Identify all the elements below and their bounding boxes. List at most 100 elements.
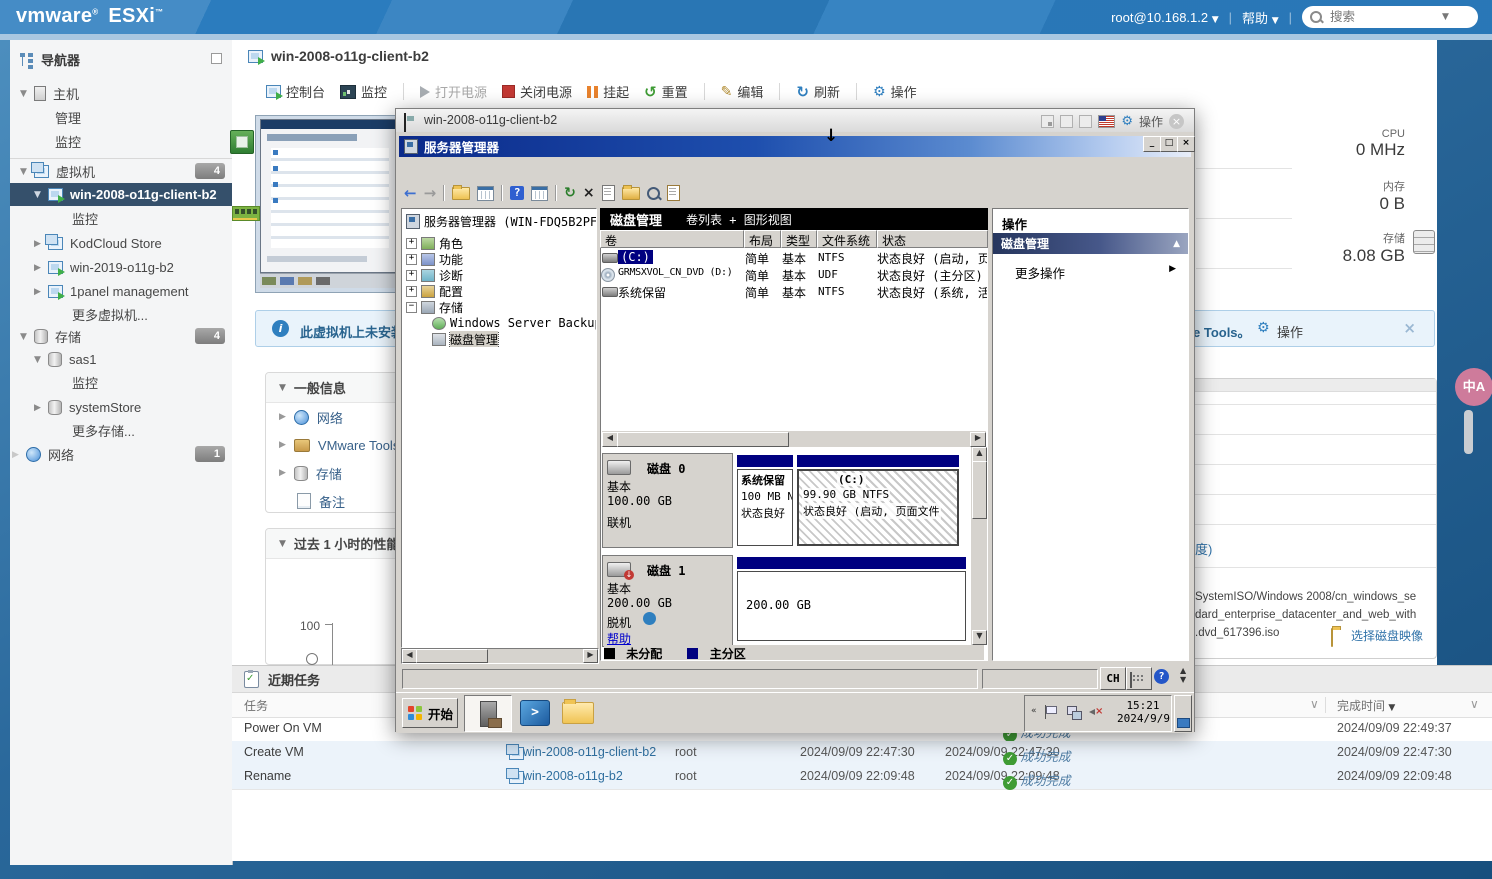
console-titlebar[interactable]: win-2008-o11g-client-b2 ⚙ 操作 × [396, 109, 1194, 133]
page-scrollbar-thumb[interactable] [1464, 410, 1473, 454]
column-layout[interactable]: 布局 [744, 230, 781, 248]
close-icon[interactable]: × [1169, 114, 1184, 129]
vm-console-thumbnail[interactable] [255, 115, 400, 293]
tree-node-diagnostics[interactable]: + 诊断 [402, 267, 596, 283]
monitor-button[interactable]: 监控 [336, 82, 391, 101]
column-volume[interactable]: 卷 [600, 230, 744, 248]
scroll-left-button[interactable]: ◀ [602, 432, 618, 447]
sidebar-item-storage-sas1[interactable]: ▼ sas1 [10, 348, 232, 371]
maximize-button[interactable]: □ [1160, 136, 1178, 152]
translate-float-button[interactable]: 中A [1455, 368, 1492, 406]
sidebar-item-vm-kodcloud[interactable]: ▶ KodCloud Store [10, 232, 232, 255]
search-icon[interactable] [646, 186, 660, 200]
reset-button[interactable]: ↺ 重置 [640, 82, 692, 101]
sidebar-item-storage-systemstore[interactable]: ▶ systemStore [10, 396, 232, 419]
show-console-tree-icon[interactable] [477, 185, 495, 201]
chevron-right-icon[interactable]: ▶ [34, 263, 48, 273]
back-icon[interactable]: ← [404, 184, 417, 202]
task-target-link[interactable]: win-2008-o11g-b2 [523, 769, 623, 783]
graph-vscrollbar[interactable]: ▲ ▼ [971, 447, 987, 645]
help-menu[interactable]: 帮助 ▼ [1242, 8, 1279, 27]
sidebar-item-vm-win2019[interactable]: ▶ win-2019-o11g-b2 [10, 256, 232, 279]
gear-icon[interactable]: ⚙ [1121, 114, 1133, 129]
chevron-down-icon[interactable]: ▼ [20, 332, 34, 342]
gear-icon[interactable]: ⚙ [1257, 320, 1270, 336]
chevron-down-icon[interactable]: ▼ [1442, 12, 1449, 22]
user-menu[interactable]: root@10.168.1.2 ▼ [1111, 10, 1219, 25]
select-disk-image-link[interactable]: 选择磁盘映像 [1351, 627, 1423, 644]
scroll-thumb[interactable] [972, 461, 987, 519]
tree-node-wsb[interactable]: Windows Server Backup [402, 315, 596, 331]
console-button[interactable]: 控制台 [262, 82, 329, 101]
tree-node-configuration[interactable]: + 配置 [402, 283, 596, 299]
expand-icon[interactable]: + [406, 269, 417, 281]
actions-group-header[interactable]: 磁盘管理 ▲ [993, 233, 1188, 254]
tree-node-roles[interactable]: + 角色 [402, 235, 596, 251]
sidebar-item-storage-monitor[interactable]: 监控 [10, 371, 232, 394]
minimize-button[interactable]: _ [1143, 136, 1161, 152]
more-actions-item[interactable]: 更多操作 [1015, 263, 1065, 282]
sidebar-item-vm-monitor[interactable]: 监控 [10, 207, 232, 230]
volume-row-system-reserved[interactable]: 系统保留 简单 基本 NTFS 状态良好 (系统, 活 [600, 283, 988, 300]
ime-toolbar-arrows[interactable]: ▲ ▼ [1180, 666, 1186, 684]
clock[interactable]: 15:21 2024/9/9 [1117, 699, 1170, 725]
sidebar-item-vm-selected[interactable]: ▼ win-2008-o11g-client-b2 [10, 183, 232, 206]
taskbar-explorer-button[interactable] [562, 699, 594, 724]
start-button[interactable]: 开始 [402, 698, 458, 728]
show-desktop-button[interactable] [1174, 695, 1192, 732]
popout-icon[interactable] [211, 53, 222, 64]
show-hidden-icons[interactable]: « [1031, 706, 1037, 716]
sidebar-item-host-monitor[interactable]: 监控 [10, 130, 232, 153]
close-button[interactable]: × [1177, 136, 1195, 152]
suspend-button[interactable]: 挂起 [583, 82, 633, 101]
scroll-right-button[interactable]: ▶ [970, 432, 986, 447]
sidebar-section-vms[interactable]: ▼ 虚拟机 4 [10, 160, 232, 183]
layout-icon[interactable] [1079, 115, 1093, 128]
scroll-up-button[interactable]: ▲ [972, 447, 987, 462]
layout-icon[interactable] [1060, 115, 1074, 128]
column-type[interactable]: 类型 [781, 230, 817, 248]
disk1-info[interactable]: 磁盘 1 基本 200.00 GB 脱机 帮助 [602, 555, 733, 647]
settings-doc-icon[interactable] [666, 185, 680, 201]
search-input[interactable] [1328, 9, 1436, 25]
unallocated-space[interactable]: 200.00 GB [737, 571, 966, 641]
scroll-thumb[interactable] [416, 649, 488, 663]
partition-c-selected[interactable]: (C:) 99.90 GB NTFS 状态良好 (启动, 页面文件 [797, 469, 959, 546]
console-actions-button[interactable]: 操作 [1139, 113, 1163, 130]
search-box[interactable]: ▼ [1302, 6, 1478, 28]
properties-icon[interactable] [601, 185, 615, 201]
scroll-thumb[interactable] [617, 432, 789, 447]
chevron-down-icon[interactable]: ▼ [34, 190, 48, 200]
keyboard-button[interactable] [1126, 667, 1152, 690]
notice-actions-button[interactable]: 操作 [1277, 322, 1303, 341]
close-icon[interactable]: × [1403, 319, 1416, 337]
column-completed[interactable]: 完成时间 ▼ [1337, 697, 1395, 714]
column-task[interactable]: 任务 [244, 697, 268, 714]
tree-node-features[interactable]: + 功能 [402, 251, 596, 267]
scroll-right-button[interactable]: ▶ [583, 649, 598, 663]
scroll-left-button[interactable]: ◀ [402, 649, 417, 663]
expand-icon[interactable]: + [406, 253, 417, 265]
scroll-down-button[interactable]: ▼ [972, 630, 987, 645]
power-on-button[interactable]: 打开电源 [416, 82, 491, 101]
sidebar-section-storage[interactable]: ▼ 存储 4 [10, 325, 232, 348]
chevron-right-icon[interactable]: ▶ [34, 403, 48, 413]
sidebar-item-more-storage[interactable]: 更多存储... [10, 419, 232, 442]
refresh-icon[interactable]: ↻ [564, 185, 576, 201]
info-icon[interactable] [643, 612, 656, 625]
taskbar-powershell-button[interactable]: > [520, 700, 550, 726]
chevron-right-icon[interactable]: ▶ [12, 450, 26, 460]
sidebar-item-host[interactable]: ▼ 主机 [10, 82, 232, 105]
expand-icon[interactable]: + [406, 285, 417, 297]
partition-system-reserved[interactable]: 系统保留 100 MB N 状态良好 [737, 469, 793, 546]
tree-node-disk-management[interactable]: 磁盘管理 [402, 331, 596, 347]
power-off-button[interactable]: 关闭电源 [498, 82, 576, 101]
hw-row-link-fragment[interactable]: 度) [1195, 539, 1212, 558]
sidebar-item-host-manage[interactable]: 管理 [10, 106, 232, 129]
task-row[interactable]: Create VM win-2008-o11g-client-b2 root 2… [232, 741, 1492, 766]
tree-node-storage[interactable]: − 存储 [402, 299, 596, 315]
collapse-icon[interactable]: − [406, 301, 417, 313]
keyboard-layout-flag-icon[interactable] [1098, 115, 1116, 128]
layout-icon[interactable] [1041, 115, 1055, 128]
column-filesystem[interactable]: 文件系统 [817, 230, 877, 248]
